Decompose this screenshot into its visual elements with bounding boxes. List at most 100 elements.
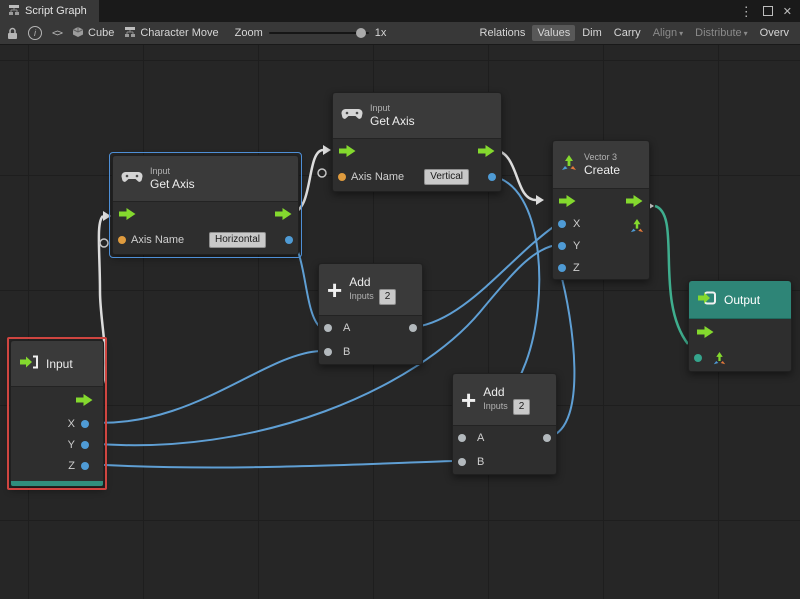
script-graph-window: Script Graph ⋮ ✕ i <> Cube Character Mov…	[0, 0, 800, 599]
x-input-port[interactable]	[558, 220, 566, 228]
title-bar: Script Graph ⋮ ✕	[0, 0, 800, 22]
tab-script-graph[interactable]: Script Graph	[0, 0, 99, 22]
info-icon[interactable]: i	[28, 26, 42, 40]
input-icon	[19, 355, 39, 372]
node-input[interactable]: Input X Y Z	[10, 340, 104, 487]
row-label: X	[68, 418, 75, 430]
graph-owner-cube[interactable]: Cube	[72, 26, 114, 41]
flow-out-arrow-icon[interactable]	[478, 145, 495, 157]
row-label: B	[477, 456, 484, 468]
flow-in-arrow-icon[interactable]	[339, 145, 356, 157]
row-label: A	[477, 432, 484, 444]
row-label: X	[573, 218, 580, 230]
row-label: Y	[573, 240, 580, 252]
sum-output-port[interactable]	[409, 324, 417, 332]
plus-icon: +	[327, 277, 342, 303]
node-output[interactable]: Output	[688, 280, 792, 372]
value-input-port[interactable]	[694, 354, 702, 362]
inputs-label: Inputs	[349, 291, 374, 302]
string-input-port[interactable]	[338, 173, 346, 181]
input-port-a[interactable]	[324, 324, 332, 332]
param-label: Axis Name	[351, 171, 404, 183]
axis-name-field[interactable]: Horizontal	[209, 232, 266, 248]
node-title: Add	[349, 275, 396, 289]
flow-in-arrow-icon[interactable]	[697, 326, 714, 338]
close-icon[interactable]: ✕	[783, 5, 792, 18]
inputs-count-field[interactable]: 2	[379, 289, 397, 305]
zoom-label: Zoom	[235, 27, 263, 39]
flow-in-arrow-icon[interactable]	[559, 195, 576, 207]
flow-out-arrow-icon[interactable]	[76, 394, 93, 406]
chevron-down-icon: ▾	[679, 29, 683, 38]
maximize-icon[interactable]	[763, 6, 773, 16]
row-label: A	[343, 322, 350, 334]
zoom-slider-handle[interactable]	[356, 28, 366, 38]
plus-icon: +	[461, 387, 476, 413]
z-input-port[interactable]	[558, 264, 566, 272]
overview-button[interactable]: Overv	[755, 25, 794, 41]
row-label: B	[343, 346, 350, 358]
align-dropdown[interactable]: Align▾	[648, 25, 688, 41]
cube-icon	[72, 26, 84, 41]
node-add-top[interactable]: + Add Inputs 2 A B	[318, 263, 423, 365]
lock-icon[interactable]	[6, 27, 18, 40]
node-title: Output	[724, 293, 760, 307]
input-port-b[interactable]	[458, 458, 466, 466]
graph-toolbar: i <> Cube Character Move Zoom 1x Relatio…	[0, 22, 800, 45]
value-output-port[interactable]	[285, 236, 293, 244]
inputs-label: Inputs	[483, 401, 508, 412]
graph-asset-label: Character Move	[140, 27, 218, 39]
flow-in-arrow-icon[interactable]	[119, 208, 136, 220]
node-category: Input	[370, 103, 415, 114]
code-view-icon[interactable]: <>	[52, 28, 62, 39]
dim-toggle[interactable]: Dim	[577, 25, 607, 41]
axis-name-field[interactable]: Vertical	[424, 169, 469, 185]
input-port-a[interactable]	[458, 434, 466, 442]
node-title: Get Axis	[150, 177, 195, 191]
node-title: Get Axis	[370, 114, 415, 128]
relations-toggle[interactable]: Relations	[475, 25, 531, 41]
node-title: Input	[46, 357, 73, 371]
param-label: Axis Name	[131, 234, 184, 246]
x-output-port[interactable]	[81, 420, 89, 428]
node-title: Add	[483, 385, 530, 399]
z-output-port[interactable]	[81, 462, 89, 470]
script-graph-icon	[8, 4, 20, 19]
input-node-footer-strip	[11, 481, 103, 486]
tab-title: Script Graph	[25, 5, 87, 17]
y-input-port[interactable]	[558, 242, 566, 250]
node-category: Vector 3	[584, 152, 620, 163]
gamepad-icon	[121, 171, 143, 186]
row-label: Y	[68, 439, 75, 451]
zoom-slider[interactable]	[269, 32, 369, 34]
chevron-down-icon: ▾	[744, 29, 748, 38]
y-output-port[interactable]	[81, 441, 89, 449]
graph-asset-icon	[124, 26, 136, 41]
distribute-dropdown[interactable]: Distribute▾	[690, 25, 752, 41]
flow-out-arrow-icon[interactable]	[275, 208, 292, 220]
string-input-port[interactable]	[118, 236, 126, 244]
window-menu-icon[interactable]: ⋮	[740, 5, 753, 18]
distribute-label: Distribute	[695, 27, 741, 39]
align-label: Align	[653, 27, 677, 39]
values-toggle[interactable]: Values	[532, 25, 575, 41]
node-category: Input	[150, 166, 195, 177]
input-port-b[interactable]	[324, 348, 332, 356]
node-get-axis-vertical[interactable]: Input Get Axis Axis Name Vertical	[332, 92, 502, 192]
node-vector3-create[interactable]: Vector 3 Create X Y Z	[552, 140, 650, 280]
carry-toggle[interactable]: Carry	[609, 25, 646, 41]
sum-output-port[interactable]	[543, 434, 551, 442]
node-get-axis-horizontal[interactable]: Input Get Axis Axis Name Horizontal	[112, 155, 299, 255]
graph-asset-character-move[interactable]: Character Move	[124, 26, 218, 41]
row-label: Z	[68, 460, 75, 472]
inputs-count-field[interactable]: 2	[513, 399, 531, 415]
node-title: Create	[584, 163, 620, 177]
flow-out-arrow-icon[interactable]	[626, 195, 643, 207]
gamepad-icon	[341, 108, 363, 123]
row-label: Z	[573, 262, 580, 274]
cube-label: Cube	[88, 27, 114, 39]
output-icon	[697, 291, 717, 308]
value-output-port[interactable]	[488, 173, 496, 181]
zoom-value: 1x	[375, 27, 387, 39]
node-add-bottom[interactable]: + Add Inputs 2 A B	[452, 373, 557, 475]
